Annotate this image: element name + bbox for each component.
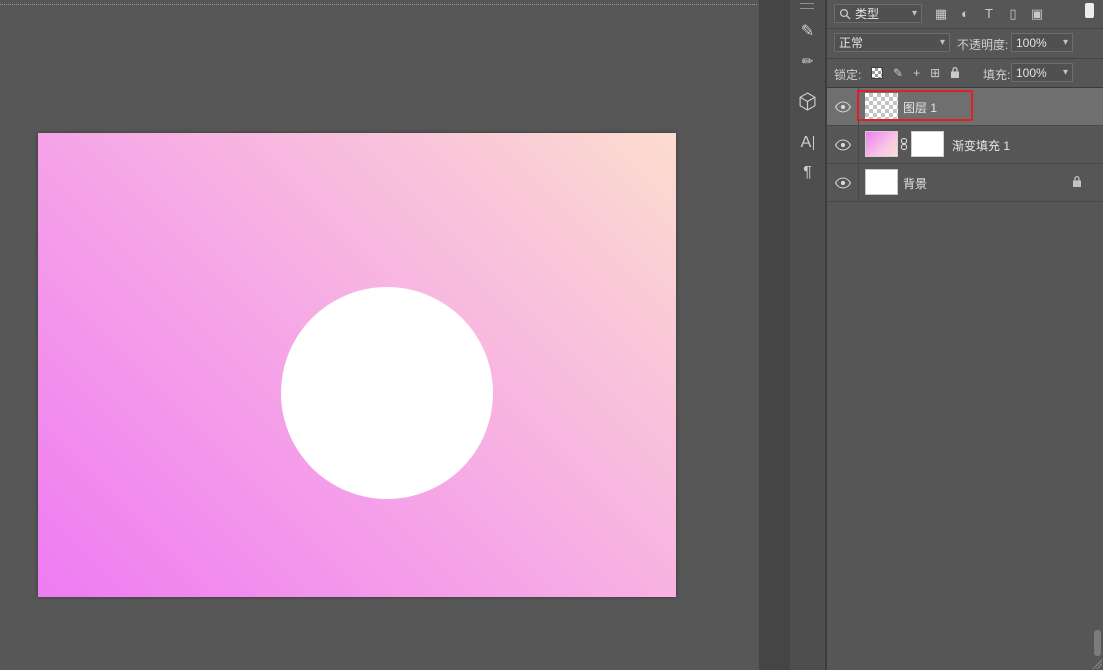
layer-row-background[interactable]: 背景 — [827, 164, 1103, 202]
layer-mask-link-icon[interactable] — [900, 137, 908, 154]
lock-transparency-icon[interactable] — [871, 67, 883, 79]
text-cursor-bar — [813, 136, 814, 150]
chevron-down-icon: ▾ — [912, 8, 917, 19]
fill-label: 填充: — [983, 66, 1010, 83]
layer-name[interactable]: 背景 — [903, 175, 927, 192]
blend-mode-row: 正常 ▾ 不透明度: 100% ▾ — [827, 29, 1103, 59]
filter-type-dropdown[interactable]: 类型 ▾ — [834, 4, 922, 23]
lock-icon-group: ✎ + ⊞ — [871, 63, 960, 82]
visibility-toggle[interactable] — [827, 126, 859, 163]
3d-panel-icon[interactable] — [790, 86, 825, 116]
photoshop-window: ✎ ✏ A ¶ 类型 ▾ — [0, 0, 1103, 670]
paragraph-panel-icon[interactable]: ¶ — [790, 158, 825, 188]
lock-label: 锁定: — [834, 66, 861, 83]
character-a-icon: A — [801, 134, 812, 152]
white-circle-shape — [281, 287, 493, 499]
layer-row-gradient-fill[interactable]: 渐变填充 1 — [827, 126, 1103, 164]
adjustment-layers-filter-icon[interactable]: ◐ — [957, 6, 973, 21]
eye-icon — [835, 177, 851, 189]
fill-value: 100% — [1016, 66, 1047, 80]
opacity-value: 100% — [1016, 36, 1047, 50]
fill-input[interactable]: 100% ▾ — [1011, 63, 1073, 82]
visibility-toggle[interactable] — [827, 88, 859, 125]
brush-icon: ✎ — [801, 21, 814, 41]
lock-position-icon[interactable]: + — [913, 66, 920, 80]
filter-type-label: 类型 — [855, 5, 879, 22]
dock-grip[interactable] — [800, 3, 814, 9]
brush-settings-panel-icon[interactable]: ✎ — [790, 16, 825, 46]
canvas-boundary-dashed-line — [0, 4, 757, 5]
smart-object-filter-icon[interactable]: ▣ — [1029, 6, 1045, 22]
eye-icon — [835, 101, 851, 113]
canvas-area[interactable] — [0, 0, 759, 670]
character-panel-icon[interactable]: A — [790, 128, 825, 158]
chevron-down-icon: ▾ — [1063, 67, 1068, 78]
blend-mode-dropdown[interactable]: 正常 ▾ — [834, 33, 950, 52]
lock-artboard-icon[interactable]: ⊞ — [930, 66, 940, 80]
lock-all-icon[interactable] — [950, 66, 960, 79]
layer-filter-toggle-icon[interactable] — [1085, 3, 1094, 18]
eye-icon — [835, 139, 851, 151]
lock-row: 锁定: ✎ + ⊞ 填充: 100% ▾ — [827, 59, 1103, 88]
chevron-down-icon: ▾ — [1063, 37, 1068, 48]
panel-gutter — [759, 0, 790, 670]
gradient-fill-thumbnail[interactable] — [865, 131, 898, 157]
layers-panel: 类型 ▾ ▦ ◐ T ▯ ▣ 正常 ▾ 不透明度: 100% ▾ — [827, 0, 1103, 670]
background-lock-icon — [1072, 175, 1082, 191]
document-canvas[interactable] — [38, 133, 676, 597]
layer-mask-thumbnail[interactable] — [911, 131, 944, 157]
layer-thumbnail[interactable] — [865, 93, 898, 119]
pen-icon: ✏ — [802, 53, 814, 70]
cube-icon — [798, 92, 817, 111]
visibility-toggle[interactable] — [827, 164, 859, 201]
opacity-label: 不透明度: — [957, 36, 1008, 53]
panel-resize-grip[interactable] — [1092, 659, 1102, 669]
lock-paint-icon[interactable]: ✎ — [893, 66, 903, 80]
brushes-panel-icon[interactable]: ✏ — [790, 46, 825, 76]
layers-filter-row: 类型 ▾ ▦ ◐ T ▯ ▣ — [827, 0, 1103, 29]
filter-icon-group: ▦ ◐ T ▯ ▣ — [933, 4, 1045, 23]
panel-dock: ✎ ✏ A ¶ — [790, 0, 827, 670]
opacity-input[interactable]: 100% ▾ — [1011, 33, 1073, 52]
pixel-layers-filter-icon[interactable]: ▦ — [933, 6, 949, 22]
paragraph-icon: ¶ — [803, 164, 812, 182]
chevron-down-icon: ▾ — [940, 37, 945, 48]
background-thumbnail[interactable] — [865, 169, 898, 195]
layer-name[interactable]: 渐变填充 1 — [952, 137, 1010, 154]
layer-row-layer1[interactable]: 图层 1 — [827, 88, 1103, 126]
layer-name[interactable]: 图层 1 — [903, 99, 937, 116]
blend-mode-value: 正常 — [839, 34, 863, 51]
scrollbar-thumb[interactable] — [1094, 630, 1101, 656]
shape-layers-filter-icon[interactable]: ▯ — [1005, 6, 1021, 22]
layer-list: 图层 1 渐变填充 1 — [827, 88, 1103, 202]
search-icon — [839, 8, 851, 20]
type-layers-filter-icon[interactable]: T — [981, 6, 997, 21]
